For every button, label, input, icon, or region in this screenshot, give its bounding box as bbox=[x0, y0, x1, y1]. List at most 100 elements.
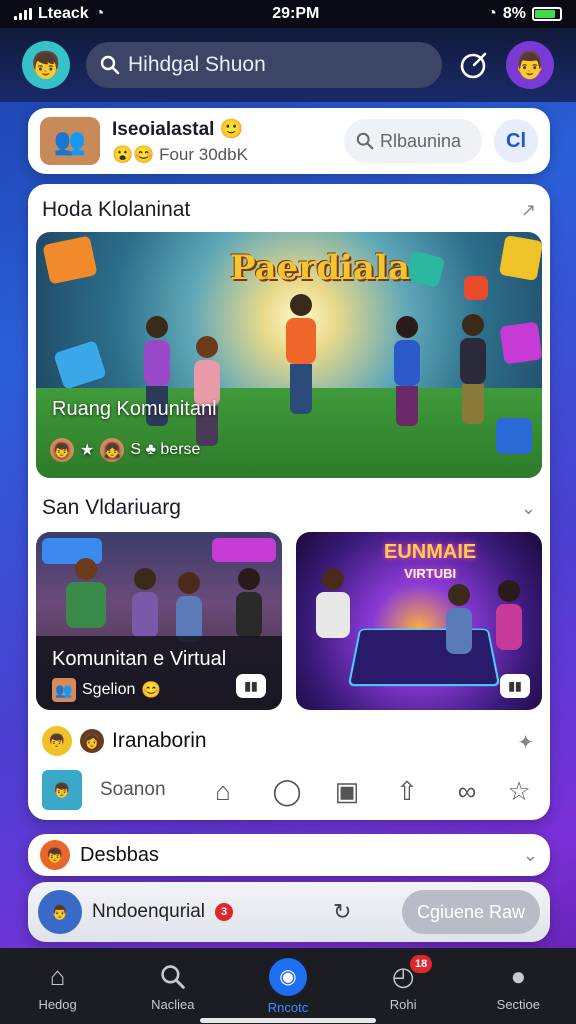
profile-search-label: Rlbaunina bbox=[380, 130, 462, 151]
game-board bbox=[347, 628, 501, 687]
emoji-icon: 🙂 bbox=[219, 119, 244, 140]
bubble-text: ▮▮ bbox=[244, 679, 258, 693]
nav-item-chat[interactable]: ◉ Rncotc bbox=[243, 957, 333, 1015]
thumbnail-title: Komunitan e Virtual bbox=[52, 648, 227, 670]
search-input[interactable]: Hihdgal Shuon bbox=[86, 42, 442, 88]
comment-bubble-button[interactable]: ▮▮ bbox=[500, 674, 530, 698]
puzzle-icon[interactable]: ✦ bbox=[517, 730, 534, 755]
create-button-label: Cgiuene Raw bbox=[416, 901, 526, 922]
battery-percent: 8% bbox=[502, 5, 526, 22]
star-icon[interactable]: ☆ bbox=[504, 776, 534, 807]
avatar[interactable]: 👦 bbox=[42, 726, 72, 756]
collapsed-section-label: Desbbas bbox=[80, 843, 159, 866]
bookmark-icon[interactable]: ⌂ bbox=[208, 776, 238, 807]
nav-label: Rohi bbox=[389, 996, 417, 1012]
avatar: 👦 bbox=[50, 438, 74, 462]
profile-subtitle: 😮😊 Four 30dbK bbox=[112, 145, 248, 164]
signal-icon bbox=[14, 8, 32, 20]
person-figure bbox=[316, 568, 350, 638]
notification-badge: 3 bbox=[215, 903, 234, 921]
cube-decoration bbox=[464, 276, 488, 300]
person-figure bbox=[66, 558, 106, 628]
avatar: 👧 bbox=[100, 438, 125, 462]
video-thumbnail[interactable]: EUNMAIE VIRTUBI ▮▮ bbox=[296, 532, 542, 710]
section-title: Hoda Klolaninat bbox=[42, 198, 191, 221]
star-icon: ★ bbox=[80, 442, 95, 459]
interaction-name: Iranaborin bbox=[112, 729, 207, 752]
thumbnail-meta-text: Sgelion bbox=[82, 681, 136, 698]
hero-banner[interactable]: Paerdiala Ruang Komunitanl 👦 ★ 👧 S ♣ ber… bbox=[36, 232, 542, 478]
avatar[interactable]: 👦 bbox=[22, 41, 70, 89]
nav-item-search[interactable]: Nacliea bbox=[128, 961, 218, 1012]
compose-name: Nndoenqurial bbox=[92, 901, 206, 922]
comment-icon[interactable]: ◯ bbox=[272, 776, 302, 807]
avatar[interactable]: 👦 bbox=[42, 770, 82, 810]
compose-bar: 👨 Nndoenqurial 3 ↻ Cgiuene Raw bbox=[28, 882, 550, 942]
person-figure bbox=[446, 584, 472, 654]
link-icon[interactable]: ∞ bbox=[452, 776, 482, 807]
avatar[interactable]: 👩 bbox=[80, 729, 104, 753]
hero-label: Ruang Komunitanl bbox=[52, 398, 217, 420]
cube-decoration bbox=[498, 235, 542, 281]
profile-card: 👥 Iseoialastal 🙂 😮😊 Four 30dbK Rlbaunina… bbox=[28, 108, 550, 174]
top-header: 👦 Hihdgal Shuon 👨 bbox=[0, 28, 576, 102]
video-thumbnail[interactable]: Komunitan e Virtual 👥 Sgelion 😊 ▮▮ bbox=[36, 532, 282, 710]
comment-placeholder[interactable]: Soanon bbox=[100, 779, 166, 801]
nav-label: Hedog bbox=[38, 996, 77, 1012]
profile-avatar[interactable]: 👨 bbox=[506, 41, 554, 89]
status-bar: Lteack ◔ 29:PM ◔ 8% bbox=[0, 0, 576, 28]
person-figure bbox=[496, 580, 522, 650]
nav-label: Nacliea bbox=[151, 996, 195, 1012]
search-icon bbox=[160, 961, 186, 993]
hero-meta: 👦 ★ 👧 S ♣ berse bbox=[50, 438, 200, 462]
avatar: 👦 bbox=[40, 840, 70, 870]
profile-search-button[interactable]: Rlbaunina bbox=[344, 119, 482, 163]
emoji-icon: 😮😊 bbox=[112, 145, 155, 164]
profile-icon: ● bbox=[510, 961, 527, 991]
feed-card: Hoda Klolaninat ↗ Paerdiala Ruang Komuni… bbox=[28, 184, 550, 820]
section-title-2: San Vldariuarg bbox=[42, 496, 181, 519]
home-icon: ⌂ bbox=[49, 961, 66, 991]
comment-bubble-button[interactable]: ▮▮ bbox=[236, 674, 266, 698]
chevron-down-icon[interactable]: ⌄ bbox=[523, 845, 538, 866]
camera-icon[interactable]: Cl bbox=[494, 119, 538, 163]
home-indicator[interactable] bbox=[200, 1018, 376, 1023]
thumbnail-title: EUNMAIE VIRTUBI bbox=[384, 541, 477, 581]
image-icon[interactable]: ▣ bbox=[332, 776, 362, 807]
nav-item-activity[interactable]: ◴ 18 Rohi bbox=[358, 954, 448, 1012]
wifi-icon: ◔ bbox=[487, 5, 497, 22]
avatar[interactable]: 👨 bbox=[38, 890, 82, 934]
chevron-down-icon[interactable]: ⌄ bbox=[521, 498, 536, 519]
cube-decoration bbox=[496, 418, 532, 454]
nav-item-home[interactable]: ⌂ Hedog bbox=[13, 961, 103, 1012]
person-figure bbox=[286, 294, 316, 414]
bottom-nav: ⌂ Hedog Nacliea ◉ Rncotc ◴ 18 Rohi ● Sec… bbox=[0, 948, 576, 1024]
collapsed-section[interactable]: 👦 Desbbas ⌄ bbox=[28, 834, 550, 876]
person-figure bbox=[194, 336, 220, 446]
avatar: 👥 bbox=[52, 678, 76, 702]
bubble-text: ▮▮ bbox=[508, 679, 522, 693]
cube-decoration bbox=[42, 235, 98, 285]
nav-item-profile[interactable]: ● Sectioe bbox=[473, 961, 563, 1012]
search-icon bbox=[356, 132, 374, 150]
cube-decoration bbox=[404, 250, 446, 288]
avatar[interactable]: 👥 bbox=[40, 117, 100, 165]
cube-decoration bbox=[499, 321, 542, 365]
nav-label: Rncotc bbox=[267, 999, 309, 1015]
compose-icon[interactable] bbox=[458, 49, 490, 81]
battery-icon bbox=[531, 7, 562, 21]
person-figure bbox=[132, 568, 158, 638]
create-button[interactable]: Cgiuene Raw bbox=[402, 890, 540, 934]
collapse-icon[interactable]: ↗ bbox=[521, 200, 536, 221]
thumbnail-meta: 👥 Sgelion 😊 bbox=[52, 678, 161, 702]
person-figure bbox=[460, 314, 486, 424]
carrier-label: Lteack bbox=[38, 5, 89, 22]
neon-sign bbox=[212, 538, 276, 562]
camera-label: Cl bbox=[506, 129, 526, 152]
search-icon bbox=[100, 55, 120, 75]
person-figure bbox=[176, 572, 202, 642]
share-icon[interactable]: ⇧ bbox=[392, 776, 422, 807]
wifi-icon: ◔ bbox=[94, 5, 105, 22]
refresh-icon[interactable]: ↻ bbox=[333, 899, 351, 925]
hero-title: Paerdiala bbox=[230, 248, 410, 288]
